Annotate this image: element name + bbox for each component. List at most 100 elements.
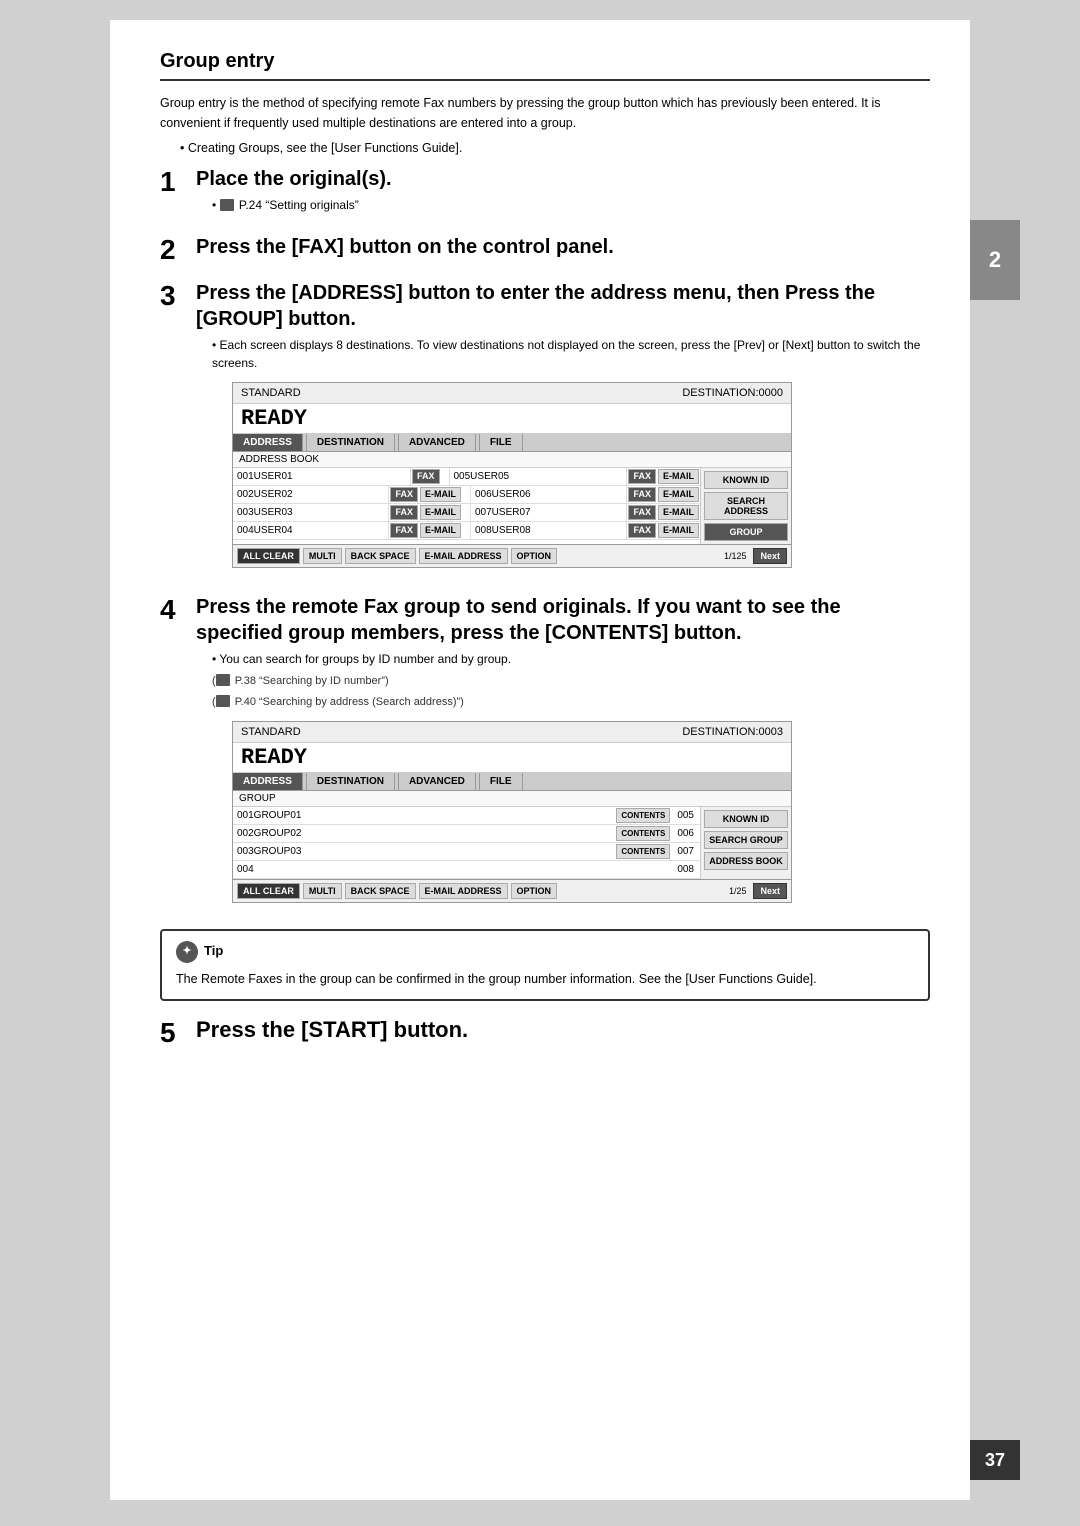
email-btn[interactable]: E-MAIL xyxy=(420,487,461,502)
fax-btn[interactable]: FAX xyxy=(390,505,418,520)
screen-2-status-left: STANDARD xyxy=(241,726,301,738)
search-address-btn[interactable]: SEARCH ADDRESS xyxy=(704,492,788,520)
fax-btn[interactable]: FAX xyxy=(628,505,656,520)
screen-2-sidebar: KNOWN ID SEARCH GROUP ADDRESS BOOK xyxy=(701,807,791,879)
tab-advanced-2[interactable]: ADVANCED xyxy=(399,773,476,790)
group-num: 008 xyxy=(671,861,700,878)
group-row-1: 001GROUP01 CONTENTS 005 xyxy=(233,807,700,825)
user-name: 001USER01 xyxy=(233,468,411,485)
screen-1-status-left: STANDARD xyxy=(241,387,301,399)
step-5: 5 Press the [START] button. xyxy=(160,1017,930,1047)
step-4-sub3: ( P.40 “Searching by address (Search add… xyxy=(212,693,930,711)
step-1-title: Place the original(s). xyxy=(196,166,930,192)
step-3-sub: • Each screen displays 8 destinations. T… xyxy=(212,336,930,372)
screen-2-main: 001GROUP01 CONTENTS 005 002GROUP02 CONTE… xyxy=(233,807,701,879)
step-4-number: 4 xyxy=(160,596,196,624)
tab-file-2[interactable]: FILE xyxy=(480,773,523,790)
screen-1-subheader: ADDRESS BOOK xyxy=(233,452,791,468)
intro-text: Group entry is the method of specifying … xyxy=(160,93,930,133)
fax-btn[interactable]: FAX xyxy=(390,523,418,538)
email-btn[interactable]: E-MAIL xyxy=(420,523,461,538)
step-4: 4 Press the remote Fax group to send ori… xyxy=(160,594,930,913)
step-3-title: Press the [ADDRESS] button to enter the … xyxy=(196,280,930,332)
screen-1-mockup: STANDARD DESTINATION:0000 READY ADDRESS … xyxy=(232,382,792,568)
section-title: Group entry xyxy=(160,50,930,81)
page-number-box: 37 xyxy=(970,1440,1020,1480)
email-btn[interactable]: E-MAIL xyxy=(658,505,699,520)
screen-1-header: STANDARD DESTINATION:0000 xyxy=(233,383,791,404)
step-4-content: Press the remote Fax group to send origi… xyxy=(196,594,930,913)
multi-btn-2[interactable]: MULTI xyxy=(303,883,342,899)
user-name: 005USER05 xyxy=(450,468,628,485)
step-2: 2 Press the [FAX] button on the control … xyxy=(160,234,930,264)
page-indicator-1: 1/125 xyxy=(724,551,747,561)
group-btn[interactable]: GROUP xyxy=(704,523,788,541)
step-5-number: 5 xyxy=(160,1019,196,1047)
page: 2 Group entry Group entry is the method … xyxy=(110,20,970,1500)
fax-btn[interactable]: FAX xyxy=(412,469,440,484)
screen-1-toolbar: ALL CLEAR MULTI BACK SPACE E-MAIL ADDRES… xyxy=(233,544,791,567)
tab-destination-2[interactable]: DESTINATION xyxy=(307,773,395,790)
table-row: 001USER01 FAX 005USER05 FAX E-MAIL xyxy=(233,468,700,486)
fax-btn[interactable]: FAX xyxy=(628,523,656,538)
tab-address-1[interactable]: ADDRESS xyxy=(233,434,303,451)
user-name: 007USER07 xyxy=(471,504,627,521)
user-name: 004USER04 xyxy=(233,522,389,539)
all-clear-btn-2[interactable]: ALL CLEAR xyxy=(237,883,300,899)
tab-file-1[interactable]: FILE xyxy=(480,434,523,451)
screen-2-body: 001GROUP01 CONTENTS 005 002GROUP02 CONTE… xyxy=(233,807,791,879)
screen-2-status-right: DESTINATION:0003 xyxy=(682,726,783,738)
option-btn-2[interactable]: OPTION xyxy=(511,883,558,899)
all-clear-btn[interactable]: ALL CLEAR xyxy=(237,548,300,564)
step-1-sub: • P.24 “Setting originals” xyxy=(212,196,930,214)
step-2-number: 2 xyxy=(160,236,196,264)
table-row: 002USER02 FAX E-MAIL 006USER06 FAX E-MAI… xyxy=(233,486,700,504)
step-1: 1 Place the original(s). • P.24 “Setting… xyxy=(160,166,930,218)
group-row-3: 003GROUP03 CONTENTS 007 xyxy=(233,843,700,861)
step-1-content: Place the original(s). • P.24 “Setting o… xyxy=(196,166,930,218)
email-address-btn[interactable]: E-MAIL ADDRESS xyxy=(419,548,508,564)
search-group-btn[interactable]: SEARCH GROUP xyxy=(704,831,788,849)
multi-btn[interactable]: MULTI xyxy=(303,548,342,564)
fax-btn[interactable]: FAX xyxy=(628,487,656,502)
tab-destination-1[interactable]: DESTINATION xyxy=(307,434,395,451)
contents-btn[interactable]: CONTENTS xyxy=(616,826,670,841)
next-btn-2[interactable]: Next xyxy=(753,883,787,899)
intro-bullet: • Creating Groups, see the [User Functio… xyxy=(180,139,930,158)
email-btn[interactable]: E-MAIL xyxy=(658,487,699,502)
step-5-title: Press the [START] button. xyxy=(196,1017,930,1043)
step-2-content: Press the [FAX] button on the control pa… xyxy=(196,234,930,264)
screen-1-tabs: ADDRESS DESTINATION ADVANCED FILE xyxy=(233,434,791,452)
email-btn[interactable]: E-MAIL xyxy=(420,505,461,520)
step-5-content: Press the [START] button. xyxy=(196,1017,930,1043)
next-btn-1[interactable]: Next xyxy=(753,548,787,564)
backspace-btn-2[interactable]: BACK SPACE xyxy=(345,883,416,899)
option-btn[interactable]: OPTION xyxy=(511,548,558,564)
page-indicator-2: 1/25 xyxy=(729,886,747,896)
screen-1-status-right: DESTINATION:0000 xyxy=(682,387,783,399)
screen-1-ready: READY xyxy=(233,404,791,434)
step-4-title: Press the remote Fax group to send origi… xyxy=(196,594,930,646)
known-id-btn[interactable]: KNOWN ID xyxy=(704,471,788,489)
tip-box: ✦ Tip The Remote Faxes in the group can … xyxy=(160,929,930,1001)
group-name: 003GROUP03 xyxy=(233,843,615,860)
table-row: 003USER03 FAX E-MAIL 007USER07 FAX E-MAI… xyxy=(233,504,700,522)
contents-btn[interactable]: CONTENTS xyxy=(616,844,670,859)
fax-btn[interactable]: FAX xyxy=(390,487,418,502)
fax-btn[interactable]: FAX xyxy=(628,469,656,484)
email-btn[interactable]: E-MAIL xyxy=(658,469,699,484)
tab-address-2[interactable]: ADDRESS xyxy=(233,773,303,790)
step-3-content: Press the [ADDRESS] button to enter the … xyxy=(196,280,930,578)
table-row: 004USER04 FAX E-MAIL 008USER08 FAX E-MAI… xyxy=(233,522,700,540)
side-tab: 2 xyxy=(970,220,1020,300)
screen-1-main: 001USER01 FAX 005USER05 FAX E-MAIL 002US… xyxy=(233,468,701,544)
email-btn[interactable]: E-MAIL xyxy=(658,523,699,538)
group-row-4: 004 008 xyxy=(233,861,700,879)
backspace-btn[interactable]: BACK SPACE xyxy=(345,548,416,564)
known-id-btn-2[interactable]: KNOWN ID xyxy=(704,810,788,828)
tab-advanced-1[interactable]: ADVANCED xyxy=(399,434,476,451)
tip-text: The Remote Faxes in the group can be con… xyxy=(176,969,914,989)
contents-btn[interactable]: CONTENTS xyxy=(616,808,670,823)
email-address-btn-2[interactable]: E-MAIL ADDRESS xyxy=(419,883,508,899)
address-book-btn[interactable]: ADDRESS BOOK xyxy=(704,852,788,870)
